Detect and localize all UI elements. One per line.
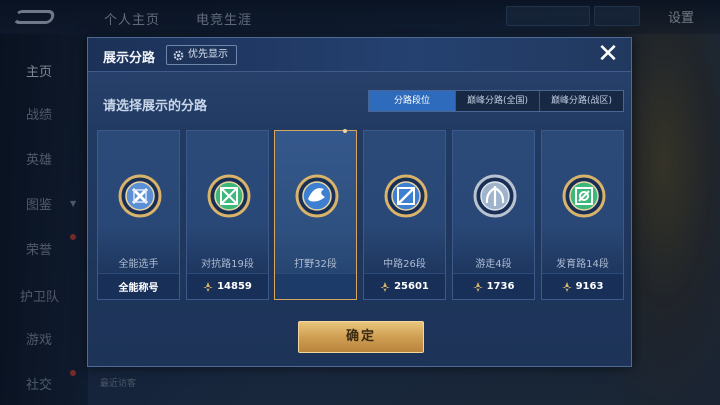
lane-card-value-text: 14859 (217, 281, 252, 292)
lane-card-jungle[interactable]: 打野32段 100 (274, 129, 357, 300)
lane-display-dialog: 展示分路 优先显示 ✕ 请选择展示的分路 分路段位 巅峰分路(全国) 巅峰分路(… (87, 37, 632, 367)
lane-card-value-text: 1736 (486, 281, 515, 292)
lane-card-roam[interactable]: 游走4段 1736 (452, 130, 535, 300)
rank-points-icon (380, 281, 391, 292)
lane-card-label: 发育路14段 (556, 259, 609, 270)
lane-card-value-text: 25601 (394, 281, 429, 292)
lane-card-value: 25601 (364, 273, 445, 299)
gear-icon (173, 50, 184, 60)
lane-card-label: 中路26段 (383, 259, 426, 270)
clash-lane-emblem-icon (207, 174, 251, 218)
lane-card-all-round[interactable]: 全能选手 全能称号 (97, 130, 180, 300)
dialog-prompt: 请选择展示的分路 (103, 99, 208, 114)
lane-card-label: 游走4段 (475, 259, 512, 270)
rank-points-icon (472, 281, 483, 292)
confirm-button[interactable]: 确定 (298, 321, 424, 353)
roam-emblem-icon (473, 174, 517, 218)
tab-lane-rank[interactable]: 分路段位 (369, 91, 455, 111)
lane-card-value: 14859 (187, 273, 268, 299)
lane-card-farm[interactable]: 发育路14段 9163 (541, 130, 624, 300)
all-round-emblem-icon (118, 174, 162, 218)
lane-card-mid[interactable]: 中路26段 25601 (363, 130, 446, 300)
lane-card-value-text: 9163 (575, 281, 604, 292)
mid-lane-emblem-icon (384, 174, 428, 218)
lane-card-value (275, 273, 356, 299)
dialog-title: 展示分路 (103, 51, 156, 66)
lane-card-list: 全能选手 全能称号 对抗路19段 14859 打野32段 中路26段 25601… (97, 129, 625, 300)
selected-corner-marker (343, 129, 347, 133)
lane-card-value: 全能称号 (98, 273, 179, 299)
lane-card-label: 打野32段 (294, 259, 337, 270)
tab-peak-national[interactable]: 巅峰分路(全国) (455, 91, 539, 111)
lane-card-value: 1736 (453, 273, 534, 299)
lane-type-tabs: 分路段位 巅峰分路(全国) 巅峰分路(战区) (368, 90, 624, 112)
lane-card-value: 9163 (542, 273, 623, 299)
lane-card-value-text: 全能称号 (118, 283, 159, 294)
farm-lane-emblem-icon (562, 174, 606, 218)
jungle-emblem-icon (295, 174, 339, 218)
dialog-header: 展示分路 优先显示 ✕ (88, 38, 631, 72)
close-button[interactable]: ✕ (595, 41, 621, 68)
rank-points-icon (203, 281, 214, 292)
lane-card-label: 全能选手 (118, 259, 159, 270)
lane-card-label: 对抗路19段 (201, 259, 254, 270)
priority-display-label: 优先显示 (188, 49, 228, 60)
priority-display-button[interactable]: 优先显示 (166, 45, 237, 65)
tab-peak-region[interactable]: 巅峰分路(战区) (539, 91, 623, 111)
rank-points-icon (561, 281, 572, 292)
lane-card-clash[interactable]: 对抗路19段 14859 (186, 130, 269, 300)
